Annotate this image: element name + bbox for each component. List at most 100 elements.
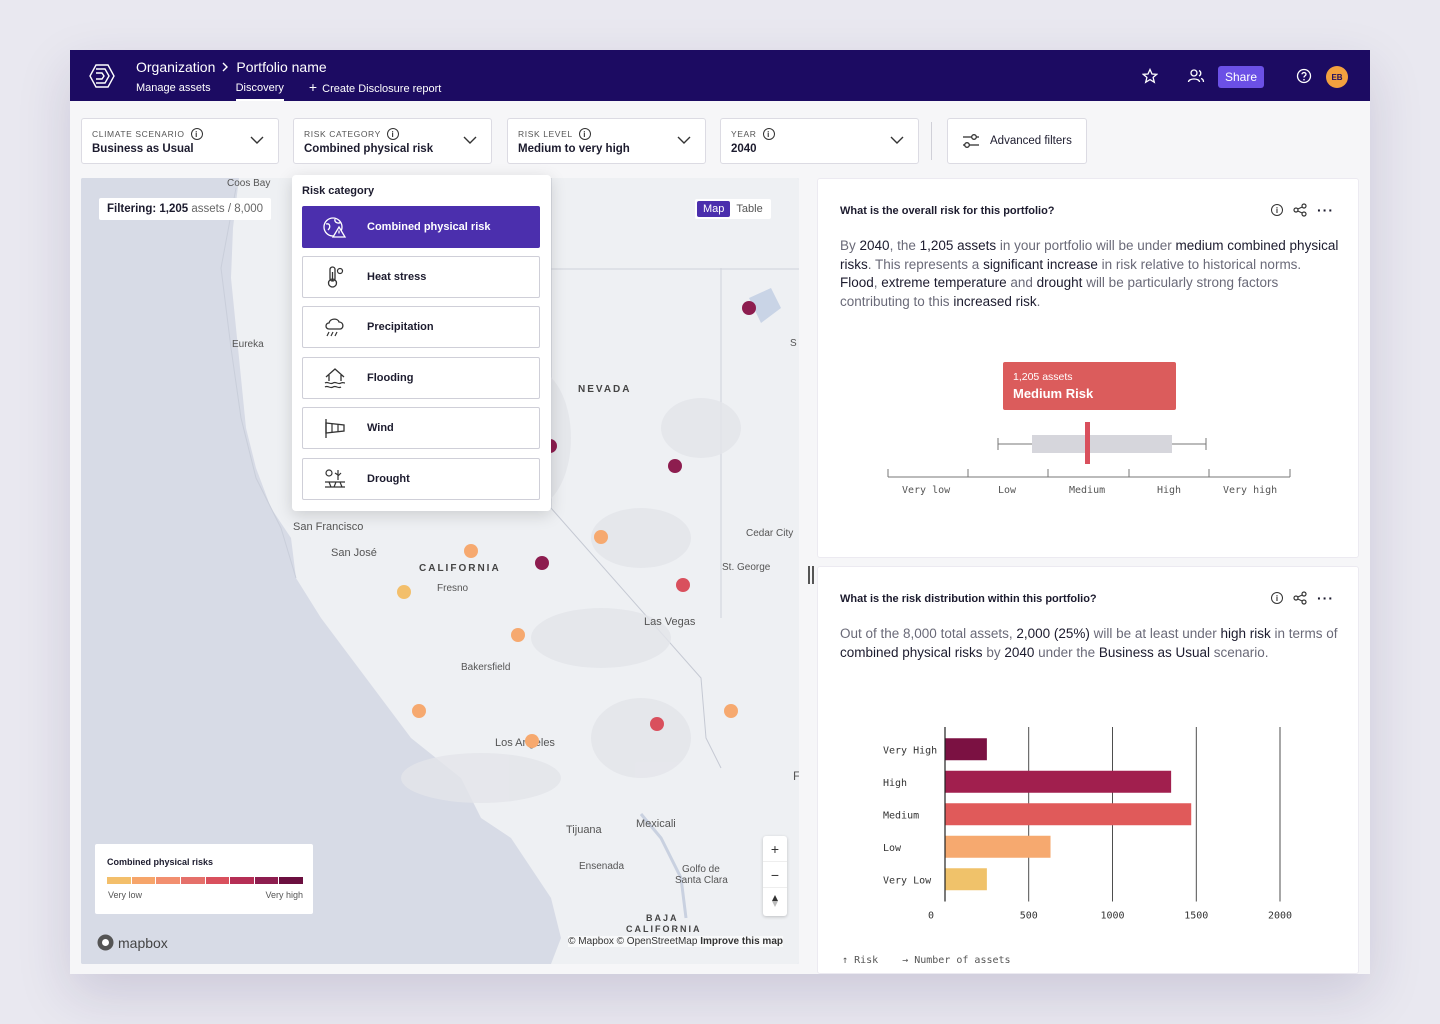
help-icon[interactable] [1291,63,1317,89]
asset-marker[interactable] [650,717,664,731]
attribution-text[interactable]: © Mapbox © OpenStreetMap [568,936,697,947]
breadcrumb-org[interactable]: Organization [136,59,215,75]
filtering-badge: Filtering: 1,205 assets / 8,000 [99,198,272,220]
flood-house-icon [324,368,346,389]
info-icon[interactable]: i [762,128,775,140]
nav-create-disclosure[interactable]: + Create Disclosure report [308,79,441,101]
option-heat-stress[interactable]: Heat stress [302,256,540,298]
option-wind[interactable]: Wind [302,407,540,449]
nav-discovery[interactable]: Discovery [235,82,284,101]
app-logo-icon[interactable] [88,62,116,90]
info-icon[interactable]: i [190,128,203,140]
asset-marker[interactable] [535,556,549,570]
asset-marker[interactable] [397,585,411,599]
axis-risk-label: Risk [854,955,879,966]
climate-scenario-label: CLIMATE SCENARIO [92,129,185,139]
tab-table[interactable]: Table [730,201,768,217]
legend-color-step [254,877,279,884]
asset-marker[interactable] [676,578,690,592]
asset-marker[interactable] [668,459,682,473]
risk-marker [1085,422,1090,464]
chevron-down-icon [250,136,264,144]
bar [945,868,987,891]
asset-marker[interactable] [511,628,525,642]
tooltip-assets: 1,205 assets [1013,371,1073,383]
risk-level-label-row: RISK LEVEL i [518,128,591,140]
view-toggle: Map Table [695,199,771,219]
info-icon[interactable]: i [578,128,591,140]
axis-risk: ↑ Risk [842,955,878,966]
panel-resize-handle[interactable] [808,566,814,584]
option-label: Heat stress [367,271,427,283]
globe-alert-icon [323,217,347,238]
thermometer-icon [327,266,344,288]
info-icon[interactable]: i [386,128,399,140]
star-icon[interactable] [1137,63,1163,89]
climate-scenario-value: Business as Usual [92,143,194,155]
climate-scenario-label-row: CLIMATE SCENARIO i [92,128,203,140]
legend-color-step [205,877,230,884]
asset-marker[interactable] [724,704,738,718]
option-label: Precipitation [367,321,434,333]
mapbox-logo[interactable]: mapbox [97,934,168,951]
year-select[interactable]: YEAR i 2040 [720,118,919,164]
legend-color-step [107,877,131,884]
windsock-icon [325,419,345,438]
legend-color-step [156,877,180,884]
bar [945,803,1192,826]
advanced-filters-label: Advanced filters [990,135,1072,147]
option-precipitation[interactable]: Precipitation [302,306,540,348]
asset-marker[interactable] [464,544,478,558]
breadcrumb-portfolio[interactable]: Portfolio name [236,59,326,75]
risk-level-select[interactable]: RISK LEVEL i Medium to very high [507,118,706,164]
mapbox-icon [97,934,114,951]
map-label-cedar-city: Cedar City [746,528,794,539]
asset-marker[interactable] [594,530,608,544]
breadcrumb: Organization Portfolio name [136,59,327,75]
top-bar: Organization Portfolio name Manage asset… [70,50,1370,101]
improve-map-link[interactable]: Improve this map [700,936,783,947]
compass-icon[interactable] [763,888,787,914]
nav-manage-assets[interactable]: Manage assets [136,82,211,101]
advanced-filters-button[interactable]: Advanced filters [947,118,1087,164]
x-tick-label: 2000 [1268,911,1292,922]
map-label-tijuana: Tijuana [566,824,602,836]
risk-category-dropdown: Risk category Combined physical risk Hea… [292,175,551,511]
chevron-right-icon [221,60,230,75]
map-label-f: F [793,769,799,783]
zoom-in-button[interactable]: + [763,836,787,862]
chevron-down-icon [890,136,904,144]
asset-marker[interactable] [412,704,426,718]
map-label-nevada: NEVADA [578,384,632,395]
option-combined-physical-risk[interactable]: Combined physical risk [302,206,540,248]
risk-category-select[interactable]: RISK CATEGORY i Combined physical risk [293,118,492,164]
y-category-label: Very Low [883,875,932,886]
x-tick-label: 500 [1020,911,1038,922]
bar [945,770,1172,793]
asset-marker[interactable] [742,301,756,315]
users-icon[interactable] [1183,63,1209,89]
asset-marker[interactable] [525,734,539,748]
plus-icon: + [308,79,318,95]
scale-label-high: High [1157,485,1182,496]
zoom-out-button[interactable]: − [763,862,787,888]
map-label-san-jose: San José [331,547,377,559]
year-value: 2040 [731,143,757,155]
map-label-mexicali: Mexicali [636,818,676,830]
option-drought[interactable]: Drought [302,458,540,500]
chevron-down-icon [463,136,477,144]
avatar[interactable]: EB [1326,66,1348,88]
arrow-right-icon: → [902,955,909,966]
option-label: Flooding [367,372,414,384]
climate-scenario-select[interactable]: CLIMATE SCENARIO i Business as Usual [81,118,279,164]
share-button[interactable]: Share [1218,66,1264,88]
map-label-eureka: Eureka [232,339,264,350]
map-label-santa-clara: Santa Clara [675,875,728,886]
legend-color-step [279,877,303,884]
legend-color-step [230,877,254,884]
filtering-unit: assets [191,203,225,215]
risk-category-value: Combined physical risk [304,143,434,155]
tab-map[interactable]: Map [697,201,731,217]
option-flooding[interactable]: Flooding [302,357,540,399]
legend-low-label: Very low [108,890,143,900]
